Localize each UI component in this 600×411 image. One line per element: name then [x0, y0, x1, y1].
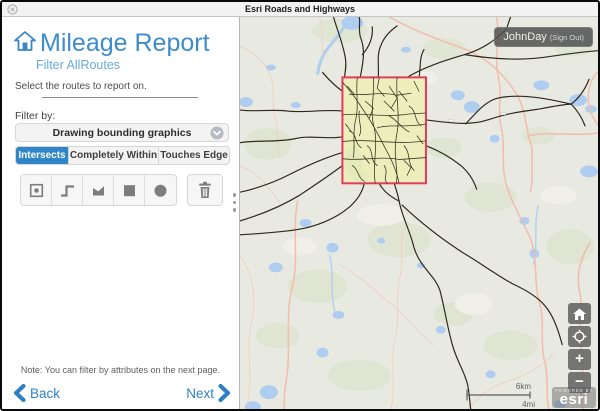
page-title: Mileage Report: [40, 29, 210, 58]
divider: [42, 97, 198, 98]
draw-rectangle-button[interactable]: [114, 175, 145, 205]
locate-button[interactable]: [568, 326, 591, 347]
rectangle-icon: [121, 182, 138, 199]
next-button[interactable]: Next: [186, 384, 231, 402]
chevron-down-icon: [210, 126, 224, 145]
chevron-right-icon: [218, 384, 231, 402]
tab-completely-within[interactable]: Completely Within: [69, 147, 159, 164]
clear-graphics-button[interactable]: [187, 174, 223, 206]
app-window: Esri Roads and Highways Mileage Report F…: [0, 0, 600, 411]
polyline-icon: [59, 182, 76, 199]
draw-polyline-button[interactable]: [52, 175, 83, 205]
mileage-report-panel: Mileage Report Filter AllRoutes Select t…: [2, 17, 240, 409]
nav-row: Back Next: [2, 380, 239, 402]
chevron-left-icon: [13, 384, 26, 402]
user-name: JohnDay: [503, 31, 546, 43]
locate-icon: [572, 329, 587, 344]
filter-method-dropdown[interactable]: Drawing bounding graphics: [15, 123, 229, 142]
map-controls: + −: [568, 303, 591, 393]
back-button[interactable]: Back: [13, 384, 60, 402]
instruction-text: Select the routes to report on.: [15, 81, 147, 92]
basemap: [240, 17, 598, 409]
draw-circle-button[interactable]: [145, 175, 176, 205]
draw-point-button[interactable]: [21, 175, 52, 205]
home-extent-button[interactable]: [568, 303, 591, 324]
tab-touches-edge[interactable]: Touches Edge: [159, 147, 229, 164]
spatial-relation-tabs: Intersects Completely Within Touches Edg…: [15, 146, 230, 165]
map-canvas[interactable]: JohnDay (Sign Out) + −: [240, 17, 598, 409]
esri-brand-label: esri: [554, 393, 594, 406]
window-title: Esri Roads and Highways: [2, 4, 598, 14]
trash-icon: [197, 181, 213, 199]
next-label: Next: [186, 386, 214, 401]
home-widget-icon: [14, 31, 36, 56]
filter-by-label: Filter by:: [15, 110, 55, 122]
circle-icon: [152, 182, 169, 199]
tab-intersects[interactable]: Intersects: [16, 147, 69, 164]
zoom-in-button[interactable]: +: [568, 349, 591, 370]
dropdown-selected-value: Drawing bounding graphics: [53, 127, 192, 139]
draw-tools-group: [20, 174, 177, 206]
home-icon: [573, 308, 586, 320]
title-bar: Esri Roads and Highways: [2, 2, 598, 17]
sign-out-label: (Sign Out): [550, 33, 584, 42]
panel-resize-handle[interactable]: [233, 193, 237, 212]
esri-logo: POWERED BY esri: [552, 387, 596, 408]
back-label: Back: [30, 386, 60, 401]
page-subtitle: Filter AllRoutes: [36, 58, 120, 72]
polygon-icon: [90, 182, 107, 199]
draw-polygon-button[interactable]: [83, 175, 114, 205]
close-icon[interactable]: [7, 4, 18, 15]
point-icon: [28, 182, 45, 199]
user-sign-out-button[interactable]: JohnDay (Sign Out): [494, 27, 593, 47]
note-text: Note: You can filter by attributes on th…: [2, 365, 239, 375]
